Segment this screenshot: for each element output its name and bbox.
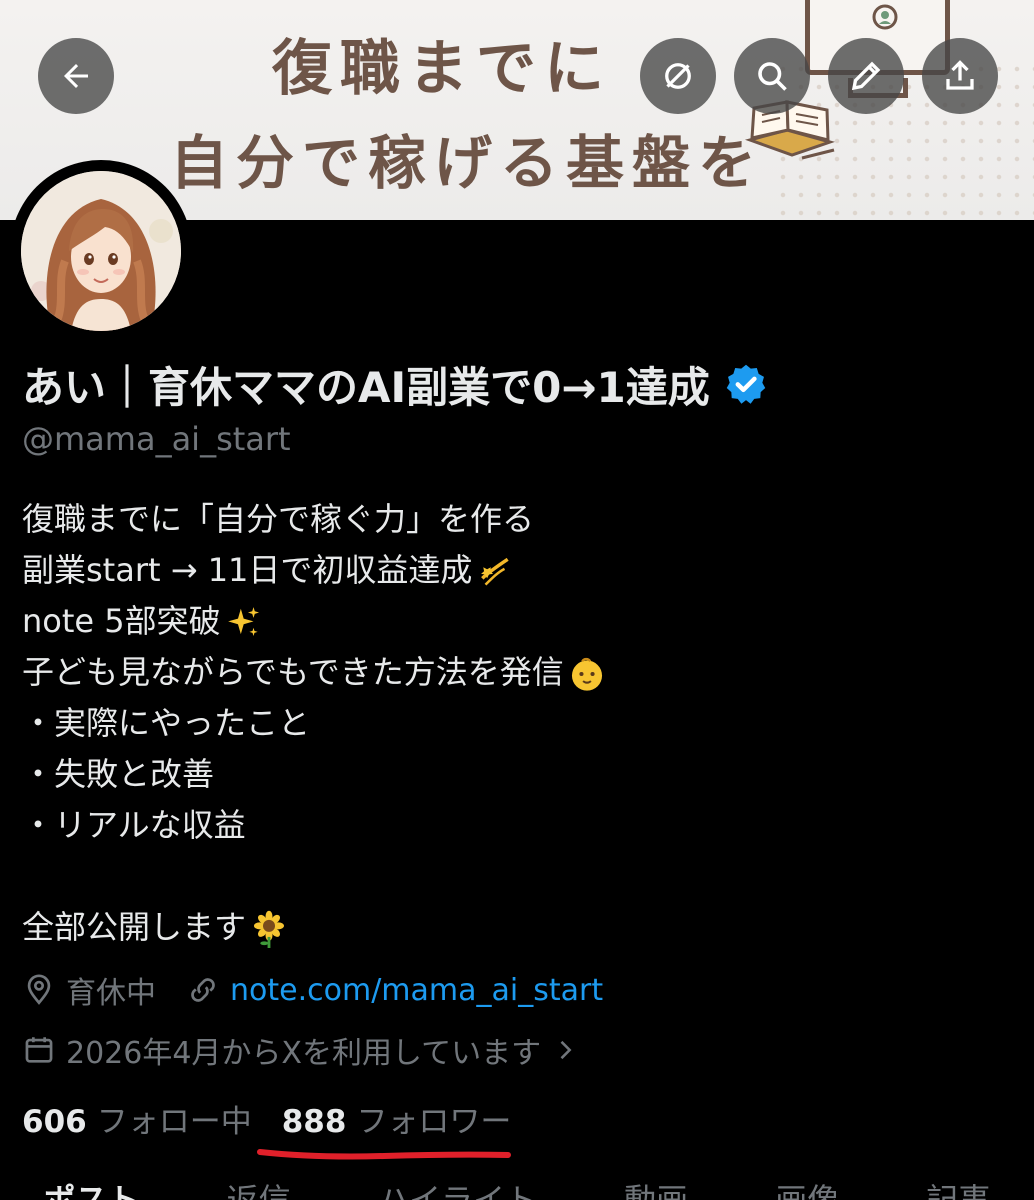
avatar-frame[interactable] <box>10 160 192 342</box>
calendar-icon <box>25 1037 53 1063</box>
bio-text: ・リアルな収益 <box>22 806 246 844</box>
red-underline-annotation <box>257 1149 511 1160</box>
bio-line-3: note 5部突破 <box>22 596 1012 647</box>
bio-line-9: 全部公開します <box>22 902 1012 953</box>
bio-line-2: 副業start → 11日で初収益達成 <box>22 545 1012 596</box>
search-button[interactable] <box>734 38 810 114</box>
tab-posts[interactable]: ポスト <box>44 1184 140 1200</box>
bio-text: 子ども見ながらでもできた方法を発信 <box>22 653 564 691</box>
link-icon <box>191 978 215 1002</box>
sparkles-emoji-icon <box>227 607 259 636</box>
mute-button[interactable] <box>640 38 716 114</box>
tab-articles[interactable]: 記事 <box>926 1184 990 1200</box>
bio-text: 復職までに「自分で稼ぐ力」を作る <box>22 500 535 538</box>
following-label: フォロー中 <box>96 1104 252 1140</box>
bio-text: 副業start → 11日で初収益達成 <box>22 551 473 589</box>
search-icon <box>758 62 787 91</box>
share-button[interactable] <box>922 38 998 114</box>
followers-label: フォロワー <box>356 1104 512 1140</box>
profile-meta-location-row: 育休中 note.com/mama_ai_start <box>22 968 603 1012</box>
avatar[interactable] <box>21 171 181 331</box>
follow-stats: 606 フォロー中 888 フォロワー <box>22 1096 511 1141</box>
pencil-icon <box>851 61 881 91</box>
dizzy-star-emoji-icon <box>481 557 510 586</box>
following-link[interactable]: 606 フォロー中 <box>22 1096 252 1141</box>
bio-text: ・失敗と改善 <box>22 755 215 793</box>
bio-line-7: ・リアルな収益 <box>22 800 1012 851</box>
bio-text: note 5部突破 <box>22 602 221 640</box>
bio-line-4: 子ども見ながらでもできた方法を発信 <box>22 647 1012 698</box>
baby-emoji-icon <box>571 657 602 691</box>
bio-line-6: ・失敗と改善 <box>22 749 1012 800</box>
arrow-left-icon <box>64 64 88 88</box>
location-pin-icon <box>27 974 51 1005</box>
bio-text: 全部公開します <box>22 908 247 946</box>
banner-headline-2: 自分で稼げる基盤を <box>170 129 765 197</box>
edit-button[interactable] <box>828 38 904 114</box>
joined-text: 2026年4月からXを利用しています <box>66 1036 542 1071</box>
tab-images[interactable]: 画像 <box>775 1184 839 1200</box>
following-count: 606 <box>22 1104 87 1140</box>
banner-headline-1: 復職までに <box>272 34 612 104</box>
profile-meta-joined-row[interactable]: 2026年4月からXを利用しています <box>22 1028 589 1072</box>
bio-line-5: ・実際にやったこと <box>22 698 1012 749</box>
chevron-right-icon <box>560 1040 572 1060</box>
back-button[interactable] <box>38 38 114 114</box>
sunflower-emoji-icon <box>253 910 285 948</box>
tab-videos[interactable]: 動画 <box>624 1184 688 1200</box>
verified-badge-icon[interactable] <box>724 362 768 406</box>
location-text: 育休中 <box>66 976 156 1011</box>
bio-blank-line <box>22 851 1012 902</box>
eye-off-icon <box>665 63 691 89</box>
share-icon <box>946 60 974 90</box>
tab-replies[interactable]: 返信 <box>227 1184 291 1200</box>
bio-line-1: 復職までに「自分で稼ぐ力」を作る <box>22 494 1012 545</box>
profile-name-row: あい｜育休ママのAI副業で0→1達成 <box>22 352 768 416</box>
display-name: あい｜育休ママのAI副業で0→1達成 <box>22 362 710 412</box>
bio-text: ・実際にやったこと <box>22 704 311 742</box>
followers-count: 888 <box>281 1104 347 1140</box>
tab-highlights[interactable]: ハイライト <box>378 1184 537 1200</box>
profile-tabs: ポスト 返信 ハイライト 動画 画像 記事 <box>0 1180 1034 1200</box>
followers-link[interactable]: 888 フォロワー <box>282 1096 512 1141</box>
website-link[interactable]: note.com/mama_ai_start <box>230 973 603 1008</box>
profile-handle: @mama_ai_start <box>22 420 291 458</box>
profile-bio: 復職までに「自分で稼ぐ力」を作る 副業start → 11日で初収益達成 not… <box>22 494 1012 953</box>
